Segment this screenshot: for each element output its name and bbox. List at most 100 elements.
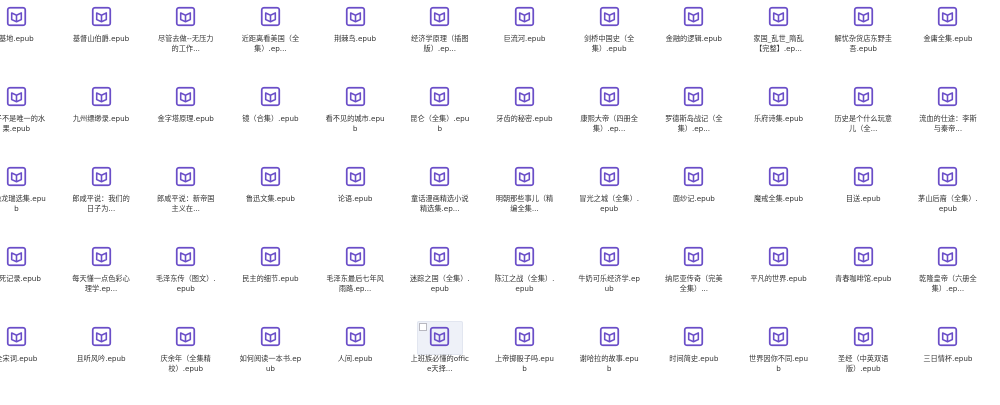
book-icon: [937, 6, 958, 27]
file-item[interactable]: 全宋词.epub: [0, 320, 59, 400]
file-item[interactable]: 乾隆皇帝（六册全集）.ep...: [906, 240, 991, 320]
file-item[interactable]: 金融的逻辑.epub: [652, 0, 737, 80]
file-name: 童话漫画精选小说精选集.ep...: [411, 194, 469, 213]
file-item[interactable]: 金字塔原理.epub: [143, 80, 228, 160]
file-name: 尽管去做--无压力的工作...: [157, 34, 214, 53]
file-item[interactable]: 尽管去做--无压力的工作...: [143, 0, 228, 80]
file-item[interactable]: 郎咸平说：我们的日子为...: [59, 160, 144, 240]
file-item[interactable]: 基地.epub: [0, 0, 59, 80]
file-item[interactable]: 昆仑（全集）.epub: [397, 80, 482, 160]
file-item[interactable]: 荆棘鸟.epub: [313, 0, 398, 80]
file-item[interactable]: 民主的细节.epub: [228, 240, 313, 320]
file-item[interactable]: 解忧杂货店东野圭吾.epub: [821, 0, 906, 80]
file-item[interactable]: 迷踪之国（全集）.epub: [397, 240, 482, 320]
file-item[interactable]: 乐府诗集.epub: [736, 80, 821, 160]
file-item[interactable]: 鲁迅文集.epub: [228, 160, 313, 240]
file-item[interactable]: 陈江之战（全集）.epub: [482, 240, 567, 320]
file-item[interactable]: 每天懂一点色彩心理学.ep...: [59, 240, 144, 320]
file-name: 乾隆皇帝（六册全集）.ep...: [919, 274, 977, 293]
book-icon: [514, 6, 535, 27]
file-item[interactable]: 冒死记录.epub: [0, 240, 59, 320]
book-icon: [599, 6, 620, 27]
file-name: 金字塔原理.epub: [157, 114, 214, 123]
file-item[interactable]: 三隐龙瑞选集.epub: [0, 160, 59, 240]
file-item[interactable]: 如何阅读一本书.epub: [228, 320, 313, 400]
file-name: 谢哈拉的故事.epub: [579, 354, 639, 373]
file-item[interactable]: 茅山后裔（全集）.epub: [906, 160, 991, 240]
file-item[interactable]: 三日情杯.epub: [906, 320, 991, 400]
file-item[interactable]: 郎咸平说：新帝国主义在...: [143, 160, 228, 240]
book-icon: [260, 246, 281, 267]
file-name: 纳尼亚传奇（完美全集）...: [665, 274, 723, 293]
file-item[interactable]: 冒光之城（全集）.epub: [567, 160, 652, 240]
file-name: 郎咸平说：新帝国主义在...: [156, 194, 215, 213]
file-item[interactable]: 目送.epub: [821, 160, 906, 240]
file-item[interactable]: 牙齿的秘密.epub: [482, 80, 567, 160]
file-item[interactable]: 上帝掷骰子吗.epub: [482, 320, 567, 400]
file-name: 圣经（中英双语版）.epub: [838, 354, 889, 373]
file-item[interactable]: 近距离看美国（全集）.ep...: [228, 0, 313, 80]
book-icon: [514, 326, 535, 347]
file-item[interactable]: 镜（合集）.epub: [228, 80, 313, 160]
file-item[interactable]: 看不见的城市.epub: [313, 80, 398, 160]
book-icon: [91, 326, 112, 347]
file-item[interactable]: 庆余年（全集精校）.epub: [143, 320, 228, 400]
file-item[interactable]: 时间简史.epub: [652, 320, 737, 400]
file-item[interactable]: 剑桥中国史（全集）.epub: [567, 0, 652, 80]
file-name: 橘子不是唯一的水果.epub: [0, 114, 46, 133]
book-icon: [768, 326, 789, 347]
file-item[interactable]: 经济学原理（插图版）.ep...: [397, 0, 482, 80]
file-item[interactable]: 流血的仕途：李斯与秦帝...: [906, 80, 991, 160]
book-icon: [345, 326, 366, 347]
file-name: 三日情杯.epub: [923, 354, 973, 363]
book-icon: [175, 326, 196, 347]
file-name: 经济学原理（插图版）.ep...: [411, 34, 469, 53]
file-name: 上帝掷骰子吗.epub: [494, 354, 554, 373]
book-icon: [683, 246, 704, 267]
book-icon: [6, 6, 27, 27]
file-item[interactable]: 基督山伯爵.epub: [59, 0, 144, 80]
book-icon: [6, 166, 27, 187]
book-icon: [514, 246, 535, 267]
book-icon: [599, 166, 620, 187]
book-icon: [175, 246, 196, 267]
select-checkbox[interactable]: [418, 323, 427, 331]
file-name: 金庸全集.epub: [923, 34, 973, 43]
file-item[interactable]: 魔戒全集.epub: [736, 160, 821, 240]
book-icon: [6, 326, 27, 347]
book-icon: [768, 166, 789, 187]
file-item[interactable]: 世界因你不同.epub: [736, 320, 821, 400]
file-name: 金融的逻辑.epub: [665, 34, 722, 43]
file-item[interactable]: 巨流河.epub: [482, 0, 567, 80]
book-icon: [91, 246, 112, 267]
file-item[interactable]: 人间.epub: [313, 320, 398, 400]
file-item[interactable]: 面纱记.epub: [652, 160, 737, 240]
file-item[interactable]: 平凡的世界.epub: [736, 240, 821, 320]
file-item[interactable]: 历史是个什么玩意儿（全...: [821, 80, 906, 160]
file-item[interactable]: 上班族必懂的office天择...: [397, 320, 482, 400]
file-name: 时间简史.epub: [669, 354, 719, 363]
book-icon: [175, 86, 196, 107]
file-item[interactable]: 牛奶可乐经济学.epub: [567, 240, 652, 320]
file-item[interactable]: 九州缥缈录.epub: [59, 80, 144, 160]
file-item[interactable]: 青春咖啡馆.epub: [821, 240, 906, 320]
file-item[interactable]: 毛泽东最后七年风雨路.ep...: [313, 240, 398, 320]
file-item[interactable]: 纳尼亚传奇（完美全集）...: [652, 240, 737, 320]
file-item[interactable]: 谢哈拉的故事.epub: [567, 320, 652, 400]
file-item[interactable]: 明朝那些事儿（精编全集...: [482, 160, 567, 240]
file-item[interactable]: 论语.epub: [313, 160, 398, 240]
file-name: 近距离看美国（全集）.ep...: [241, 34, 300, 53]
file-item[interactable]: 金庸全集.epub: [906, 0, 991, 80]
book-icon: [853, 326, 874, 347]
file-item[interactable]: 家国_乱世_隋乱【完整】.ep...: [736, 0, 821, 80]
file-item[interactable]: 康熙大帝（四册全集）.ep...: [567, 80, 652, 160]
file-item[interactable]: 童话漫画精选小说精选集.ep...: [397, 160, 482, 240]
book-icon: [937, 86, 958, 107]
file-item[interactable]: 圣经（中英双语版）.epub: [821, 320, 906, 400]
file-name: 人间.epub: [337, 354, 373, 363]
file-item[interactable]: 毛泽东传（图文）.epub: [143, 240, 228, 320]
file-item[interactable]: 橘子不是唯一的水果.epub: [0, 80, 59, 160]
file-name: 冒光之城（全集）.epub: [579, 194, 640, 213]
file-item[interactable]: 罗德斯岛战记（全集）.ep...: [652, 80, 737, 160]
file-item[interactable]: 且听风吟.epub: [59, 320, 144, 400]
